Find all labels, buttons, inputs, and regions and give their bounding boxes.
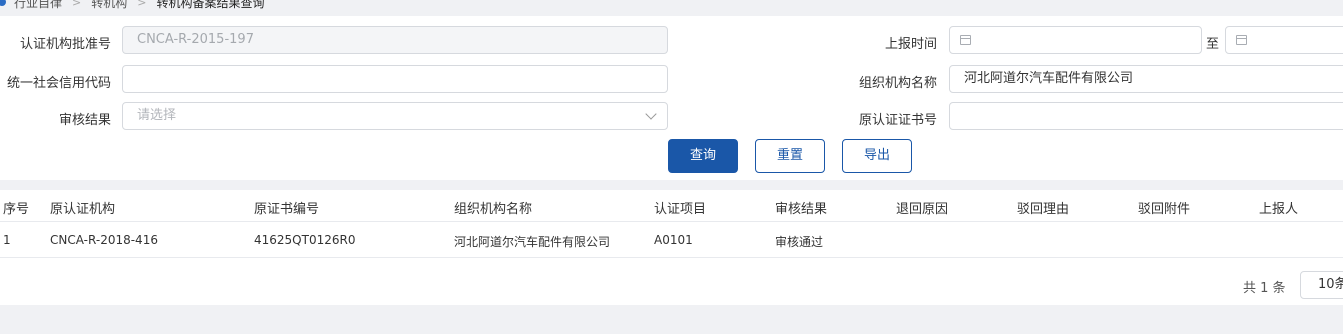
org-name-field[interactable]: 河北阿道尔汽车配件有限公司 [949, 65, 1343, 93]
column-header-cert-project: 认证项目 [654, 202, 707, 217]
review-result-label: 审核结果 [58, 113, 111, 128]
column-header-reject-attachment: 驳回附件 [1138, 202, 1191, 217]
column-header-original-cert-no: 原证书编号 [254, 202, 320, 217]
original-cert-no-label: 原认证证书号 [858, 113, 937, 128]
column-header-org-name: 组织机构名称 [454, 202, 533, 217]
reset-button[interactable]: 重置 [755, 139, 825, 173]
cell-review-result: 审核通过 [775, 235, 824, 249]
column-header-return-reason: 退回原因 [896, 202, 949, 217]
column-header-reporter: 上报人 [1259, 202, 1299, 217]
review-result-select[interactable]: 请选择 [122, 102, 668, 130]
breadcrumb-separator-icon: > [137, 0, 147, 9]
results-table: 序号 原认证机构 原证书编号 组织机构名称 认证项目 审核结果 退回原因 驳回理… [0, 190, 1343, 305]
pagination-total: 共 1 条 [1243, 281, 1286, 296]
cell-cert-project: A0101 [654, 233, 693, 247]
cert-approval-no-field: CNCA-R-2015-197 [122, 26, 668, 54]
calendar-icon [960, 35, 971, 45]
cert-approval-no-label: 认证机构批准号 [19, 37, 111, 52]
column-header-reject-reason: 驳回理由 [1017, 202, 1070, 217]
breadcrumb-item-transfer[interactable]: 转机构 [91, 0, 127, 11]
credit-code-field[interactable] [122, 65, 668, 93]
breadcrumb-dot-icon [0, 0, 6, 6]
cell-index: 1 [3, 233, 11, 247]
credit-code-label: 统一社会信用代码 [6, 76, 111, 91]
export-button[interactable]: 导出 [842, 139, 912, 173]
report-time-end-field[interactable] [1225, 26, 1343, 54]
column-header-index: 序号 [3, 202, 30, 217]
breadcrumb: 行业自律 > 转机构 > 转机构备案结果查询 [0, 0, 1343, 12]
search-form: 认证机构批准号 CNCA-R-2015-197 上报时间 至 统一社会信用代码 … [0, 16, 1343, 180]
report-time-start-field[interactable] [949, 26, 1202, 54]
breadcrumb-separator-icon: > [72, 0, 82, 9]
chevron-down-icon [645, 108, 657, 120]
report-time-label: 上报时间 [884, 37, 937, 52]
column-header-original-org: 原认证机构 [50, 202, 116, 217]
cell-org-name: 河北阿道尔汽车配件有限公司 [454, 235, 611, 249]
page-size-select[interactable]: 10条 [1300, 271, 1343, 299]
breadcrumb-item-industry[interactable]: 行业自律 [14, 0, 62, 11]
row-divider [0, 257, 1343, 258]
report-time-to-label: 至 [1206, 37, 1220, 52]
column-header-review-result: 审核结果 [775, 202, 828, 217]
review-result-placeholder: 请选择 [137, 108, 177, 123]
cell-original-org: CNCA-R-2018-416 [50, 233, 158, 247]
calendar-icon [1236, 35, 1247, 45]
org-name-label: 组织机构名称 [858, 76, 937, 91]
original-cert-no-field[interactable] [949, 102, 1343, 130]
breadcrumb-item-current: 转机构备案结果查询 [156, 0, 265, 10]
header-divider [0, 221, 1343, 222]
query-button[interactable]: 查询 [668, 139, 738, 173]
cell-original-cert-no: 41625QT0126R0 [254, 233, 356, 247]
